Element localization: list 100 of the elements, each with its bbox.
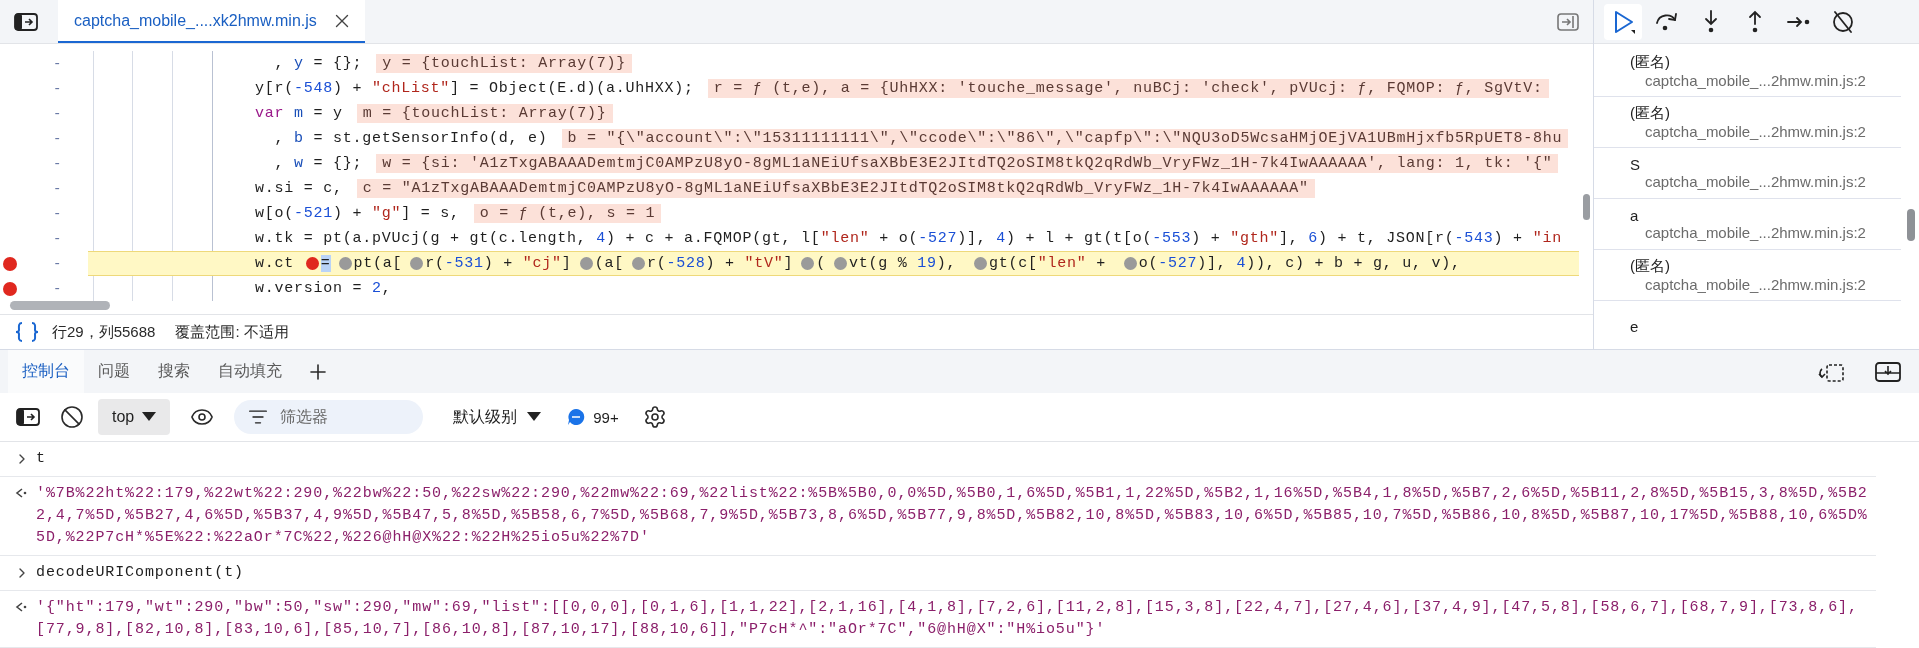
inline-value: c = "A1zTxgABAAADemtmjC0AMPzU8yO-8gML1aNEiUfsaXBbE3E2JItdTQ2oSIM8tkQ2qRdWb_VryFWz_1H-7k4IwAAAAAA" — [356, 179, 1315, 198]
code-text: w.ct — [255, 255, 295, 272]
source-location: captcha_mobile_...2hmw.min.js:2 — [1645, 72, 1867, 89]
file-name: captcha_mobile_....xk2hmw.min.js — [74, 11, 317, 30]
code-text: w.si = c, — [255, 180, 343, 197]
inline-breakpoint-icon[interactable] — [974, 257, 988, 270]
braces-icon[interactable] — [14, 321, 40, 343]
source-location: captcha_mobile_...2hmw.min.js:2 — [1645, 123, 1867, 140]
function-name: (匿名) — [1630, 53, 1671, 72]
filter-field[interactable]: 筛选器 — [234, 400, 424, 434]
line-number: - — [53, 105, 62, 122]
code-text: o(-527)], 4)), c) + b + g, u, v), — [1138, 255, 1461, 272]
code-text: , w = {}; — [273, 155, 363, 172]
inline-breakpoint-icon[interactable] — [579, 257, 593, 270]
message-count: 99+ — [593, 408, 619, 426]
inline-breakpoint-icon[interactable] — [410, 257, 424, 270]
scrollbar-thumb[interactable] — [1907, 209, 1915, 241]
source-location: captcha_mobile_...2hmw.min.js:2 — [1645, 173, 1867, 190]
source-location: captcha_mobile_...2hmw.min.js:2 — [1645, 276, 1867, 293]
code-text: , y = {}; — [273, 55, 363, 72]
code-text: vt(g % 19), — [849, 255, 958, 272]
caret-icon — [142, 412, 157, 422]
scrollbar-thumb[interactable] — [1583, 194, 1590, 220]
source-location: captcha_mobile_...2hmw.min.js:2 — [1645, 224, 1867, 241]
code-text: , b = st.getSensorInfo(d, e) — [273, 130, 548, 147]
filter-input[interactable]: 筛选器 — [278, 407, 403, 427]
inline-value: o = ƒ (t,e), s = 1 — [473, 204, 662, 223]
call-stack-frame[interactable]: (匿名) captcha_mobile_...2hmw.min.js:2 — [1594, 97, 1901, 148]
result-arrow-icon — [14, 600, 28, 614]
coverage-status: 覆盖范围: 不适用 — [175, 322, 289, 342]
level-dropdown[interactable]: 默认级别 — [447, 406, 548, 428]
drawer-tab[interactable]: 搜索 — [144, 350, 204, 394]
code-text: r(-528) + "tV"] — [646, 255, 794, 272]
inline-value: r = ƒ (t,e), a = {UhHXX: 'touche_message', nuBCj: 'check', pVUcj: ƒ, FQMOP: ƒ, SgVtV: — [707, 79, 1549, 98]
function-name: (匿名) — [1630, 257, 1671, 276]
drawer-tab[interactable]: 问题 — [84, 350, 144, 394]
line-number: - — [53, 155, 62, 172]
line-number: - — [53, 130, 62, 147]
breakpoint-icon[interactable] — [3, 281, 17, 296]
console-command: decodeURIComponent(t) — [36, 563, 245, 583]
inline-breakpoint-icon[interactable] — [1123, 257, 1137, 270]
clear-console-button[interactable] — [60, 405, 84, 429]
file-tab[interactable]: captcha_mobile_....xk2hmw.min.js — [58, 0, 365, 43]
console-result: '{"ht":179,"wt":290,"bw":50,"sw":290,"mw":69,"list":[[0,0,0],[0,1,6],[1,1,22],[2,1,16],[4,1,8],[7,2,6],[11,2,8],[15,3,8],[22,4,7],[27,4,6],[37,4,9],[47,5,8],[58,6,7],[68,7,9],[73,8,6],[77,9,8],[82,10,8],[83,10,6],[85,10,7],[86,10,8],[87,10,17],[88,10,6]],"P7cH*^":"aOr*7C","6@hH@X":"H%io5u"}' — [36, 598, 1859, 640]
panel-bottom-icon — [1875, 360, 1901, 383]
code-text: ( — [816, 255, 826, 272]
code-text: w.tk = pt(a.pVUcj(g + gt(c.length, 4) + c + a.FQMOP(gt, l["len" + o(-527)], 4) + l + gt(t[o(-553) + "gth"], 6) + t, JSON[r(-543) + "in — [255, 230, 1562, 247]
panel-toggle-icon — [1557, 12, 1579, 31]
function-name: e — [1630, 317, 1640, 335]
breakpoint-icon[interactable] — [3, 256, 17, 271]
sidebar-icon — [16, 408, 40, 426]
inline-value: b = "{\"account\":\"15311111111\",\"ccode\":\"86\",\"capfp\":\"NQU3oD5WcsaHMjOEjVA1UBmHjxfb5RpUET8-8hu — [561, 129, 1569, 148]
line-number: - — [53, 255, 62, 272]
code-text: r(-531) + "cj"] — [425, 255, 572, 272]
deactivate-breakpoints-icon — [1830, 8, 1856, 35]
code-text: (a[ — [594, 255, 624, 272]
clear-icon — [60, 405, 84, 429]
call-stack-frame[interactable]: S captcha_mobile_...2hmw.min.js:2 — [1594, 148, 1901, 199]
inline-value: y = {touchList: Array(7)} — [376, 54, 633, 73]
code-text: pt(a[ — [353, 255, 403, 272]
inline-breakpoint-icon[interactable] — [338, 257, 352, 270]
console-result: '%7B%22ht%22:179,%22wt%22:290,%22bw%22:50,%22sw%22:290,%22mw%22:69,%22list%22:%5B%5B0,0,0%5D,%5B0,1,6%5D,%5B1,1,22%5D,%5B2,1,16%5D,%5B4,1,8%5D,%5B7,2,6%5D,%5B11,2,8%5D,%5B15,3,8%5D,%5B22,4,7%5D,%5B27,4,6%5D,%5B37,4,9%5D,%5B47,5,8%5D,%5B58,6,7%5D,%5B68,7,9%5D,%5B73,8,6%5D,%5B77,9,8%5D,%5B82,10,8%5D,%5B83,10,6%5D,%5B85,10,7%5D,%5B86,10,8%5D,%5B87,10,17%5D,%5B88,10,6%5D%5D,%22P7cH*%5E%22:%22aOr*7C%22,%226@hH@X%22:%22H%25io5u%22%7D' — [36, 484, 1869, 548]
code-text: gt(c["len" + — [989, 255, 1108, 272]
call-stack-frame[interactable]: (匿名) captcha_mobile_...2hmw.min.js:2 — [1594, 46, 1901, 97]
sidebar-icon — [14, 12, 38, 31]
line-number: - — [53, 205, 62, 222]
call-stack-frame[interactable]: (匿名) captcha_mobile_...2hmw.min.js:2 — [1594, 250, 1901, 301]
code-text: w[o(-521) + "g"] = s, — [255, 205, 460, 222]
inline-value: w = {si: 'A1zTxgABAAADemtmjC0AMPzU8yO-8gML1aNEiUfsaXBbE3E2JItdTQ2oSIM8tkQ2qRdWb_VryFWz_1H-7k4IwAAAAAA', lang: 1, tk: '{" — [376, 154, 1559, 173]
call-stack-frame[interactable]: a captcha_mobile_...2hmw.min.js:2 — [1594, 199, 1901, 250]
message-icon — [567, 408, 586, 426]
code-text: var m = y — [255, 105, 343, 122]
drawer-toggle-button[interactable] — [1875, 360, 1901, 383]
drawer-tab[interactable]: 控制台 — [8, 350, 84, 394]
inline-breakpoint-icon[interactable] — [834, 257, 847, 270]
console-command: t — [36, 449, 47, 469]
context-dropdown[interactable]: top — [98, 399, 171, 435]
result-arrow-icon — [14, 486, 28, 500]
function-name: (匿名) — [1630, 104, 1671, 123]
line-number: - — [53, 55, 62, 72]
code-text: = — [320, 255, 331, 272]
inline-value: m = {touchList: Array(7)} — [356, 104, 613, 123]
function-name: a — [1630, 207, 1640, 224]
function-name: S — [1630, 156, 1641, 173]
console-settings-button[interactable] — [642, 405, 667, 429]
inline-breakpoint-icon[interactable] — [801, 257, 815, 270]
line-number: - — [53, 180, 62, 197]
inline-breakpoint-icon[interactable] — [631, 257, 645, 270]
line-number: - — [53, 280, 62, 297]
caret-icon — [527, 412, 542, 422]
inline-breakpoint-icon[interactable] — [305, 257, 319, 270]
drawer-tab[interactable]: 自动填充 — [204, 350, 296, 394]
line-number: - — [53, 80, 62, 97]
console-sidebar-button[interactable] — [16, 408, 40, 426]
code-text: w.version = 2, — [255, 280, 392, 297]
line-number: - — [53, 230, 62, 247]
cursor-position: 行29，列55688 — [52, 322, 156, 342]
code-text: y[r(-548) + "chList"] = Object(E.d)(a.UhHXX); — [255, 80, 694, 97]
scrollbar-thumb[interactable] — [10, 301, 110, 310]
settings-icon — [642, 405, 667, 429]
